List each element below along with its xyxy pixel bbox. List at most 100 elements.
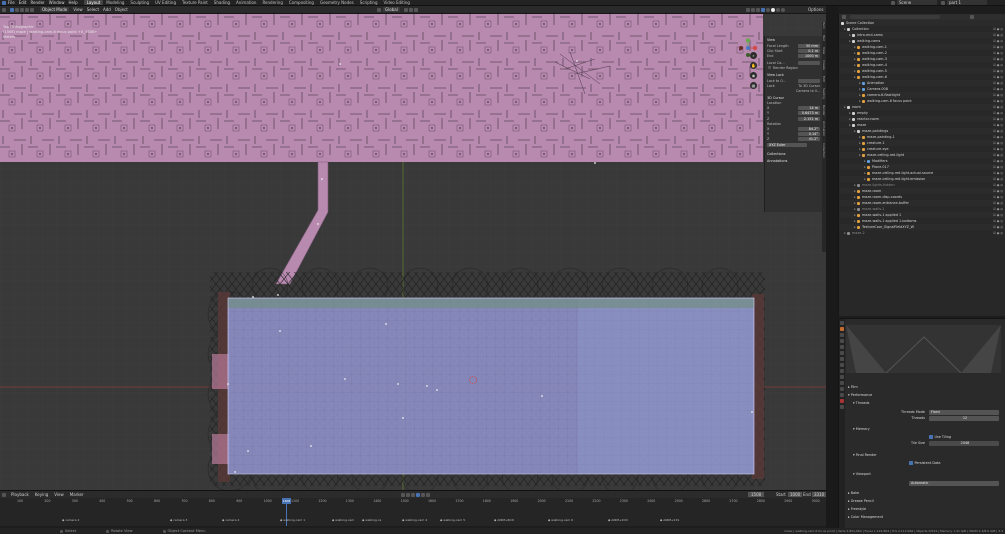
modifier-tab-icon[interactable]	[840, 369, 844, 373]
visibility-eye-icon[interactable]: ☑ ◉ ◎	[993, 75, 1003, 79]
outliner-editor-icon[interactable]	[842, 15, 846, 19]
timeline-marker[interactable]: ◆ walking-cam	[332, 518, 354, 522]
bake-panel[interactable]: ▸ Bake	[848, 491, 859, 495]
current-frame-field[interactable]: 1508	[748, 492, 765, 497]
timeline-marker[interactable]: ◆ ANIM+2CD	[608, 518, 628, 522]
workspace-tab-shading[interactable]: Shading	[211, 0, 233, 5]
visibility-eye-icon[interactable]: ☑ ◉ ◎	[993, 33, 1003, 37]
final-render-subpanel[interactable]: ▾ Final Render	[853, 453, 877, 457]
cursor-z-field[interactable]: 2.151 m	[798, 116, 820, 121]
menu-help[interactable]: Help	[66, 0, 79, 5]
freestyle-panel[interactable]: ▸ Freestyle	[848, 507, 866, 511]
workspace-tab-layout[interactable]: Layout	[83, 0, 104, 5]
visibility-eye-icon[interactable]: ☑ ◉ ◎	[993, 195, 1003, 199]
film-panel[interactable]: ▸ Film	[848, 385, 858, 389]
timeline-marker[interactable]: ◆ ANIM+21S	[660, 518, 679, 522]
use-tiling-checkbox[interactable]: Use Tiling	[929, 435, 951, 439]
timeline-marker[interactable]: ◆ camera 2	[62, 518, 79, 522]
select-mode-icon-3[interactable]	[25, 7, 29, 12]
proportional-edit-icon[interactable]	[413, 7, 418, 12]
visibility-eye-icon[interactable]: ☑ ◉ ◎	[993, 225, 1003, 229]
scene-selector[interactable]: Scene	[897, 0, 937, 5]
area-divider[interactable]	[826, 6, 838, 528]
visibility-eye-icon[interactable]: ☑ ◉ ◎	[993, 39, 1003, 43]
menu-window[interactable]: Window	[47, 0, 67, 5]
options-button[interactable]: Options	[808, 7, 823, 12]
menu-file[interactable]: File	[6, 0, 17, 5]
visibility-eye-icon[interactable]: ☑ ◉ ◎	[993, 93, 1003, 97]
workspace-tab-rendering[interactable]: Rendering	[259, 0, 285, 5]
shading-rendered-icon[interactable]	[781, 7, 785, 12]
annotations-header[interactable]: Annotations	[765, 158, 822, 164]
timeline-marker[interactable]: ◆ walking-cam 5	[440, 518, 465, 522]
gizmo-icon[interactable]	[751, 7, 755, 12]
threads-subpanel[interactable]: ▾ Threads	[853, 401, 869, 405]
visibility-eye-icon[interactable]: ☑ ◉ ◎	[993, 81, 1003, 85]
cursor-x-field[interactable]: 14 m	[798, 106, 820, 111]
pixel-size-dropdown[interactable]: Automatic	[909, 481, 999, 486]
visibility-eye-icon[interactable]: ☑ ◉ ◎	[993, 69, 1003, 73]
constraints-tab-icon[interactable]	[840, 387, 844, 391]
filter-icon[interactable]	[970, 15, 974, 19]
collections-header[interactable]: Collections	[765, 151, 822, 157]
render-tab-icon[interactable]	[840, 327, 844, 331]
view-layer-tab-icon[interactable]	[840, 339, 844, 343]
visibility-eye-icon[interactable]: ☑ ◉ ◎	[993, 213, 1003, 217]
workspace-tab-geometry-nodes[interactable]: Geometry Nodes	[317, 0, 357, 5]
timeline-menu-view[interactable]: View	[51, 492, 67, 497]
visibility-eye-icon[interactable]: ☑ ◉ ◎	[993, 105, 1003, 109]
visibility-eye-icon[interactable]: ☑ ◉ ◎	[993, 117, 1003, 121]
threads-mode-dropdown[interactable]: Fixed	[929, 410, 999, 415]
start-field[interactable]: 1000	[788, 492, 803, 497]
viewport-menu-view[interactable]: View	[71, 7, 85, 12]
editor-type-icon[interactable]	[2, 7, 6, 12]
visibility-eye-icon[interactable]: ☑ ◉ ◎	[993, 123, 1003, 127]
outliner-row[interactable]: ▸ maze-2 ☑ ◉ ◎	[839, 230, 1005, 236]
visibility-eye-icon[interactable]: ☑ ◉ ◎	[993, 63, 1003, 67]
xray-icon[interactable]	[761, 7, 765, 12]
jump-end-icon[interactable]	[426, 492, 430, 497]
local-camera-field[interactable]	[798, 61, 820, 66]
tool-tab-icon[interactable]	[840, 321, 844, 325]
timeline-marker[interactable]: ◆ walking-cam 1	[280, 518, 305, 522]
rot-z-field[interactable]: 41.2°	[798, 137, 820, 142]
timeline-menu-marker[interactable]: Marker	[67, 492, 87, 497]
ortho-toggle-icon[interactable]: ▦	[750, 82, 757, 89]
visibility-eye-icon[interactable]: ☑ ◉ ◎	[993, 87, 1003, 91]
viewport-menu-object[interactable]: Object	[113, 7, 130, 12]
timeline-menu-keying[interactable]: Keying	[32, 492, 51, 497]
cursor-y-field[interactable]: 0.6473 m	[798, 111, 820, 116]
pivot-icon[interactable]	[403, 7, 408, 12]
material-tab-icon[interactable]	[840, 399, 844, 403]
select-mode-icon-4[interactable]	[30, 7, 34, 12]
object-tab-icon[interactable]	[840, 363, 844, 367]
menu-render[interactable]: Render	[28, 0, 46, 5]
visibility-eye-icon[interactable]: ☑ ◉ ◎	[993, 111, 1003, 115]
scene-tab-icon[interactable]	[840, 345, 844, 349]
visibility-eye-icon[interactable]: ☑ ◉ ◎	[993, 153, 1003, 157]
shading-wireframe-icon[interactable]	[766, 7, 770, 12]
threads-field[interactable]: 12	[929, 416, 999, 421]
visibility-eye-icon[interactable]: ☑ ◉ ◎	[993, 201, 1003, 205]
viewport-menu-select[interactable]: Select	[85, 7, 101, 12]
rot-x-field[interactable]: 84.2°	[798, 127, 820, 132]
zoom-icon[interactable]: ⌕	[750, 52, 757, 59]
output-tab-icon[interactable]	[840, 333, 844, 337]
data-tab-icon[interactable]	[840, 393, 844, 397]
visibility-eye-icon[interactable]: ☑ ◉ ◎	[993, 219, 1003, 223]
physics-tab-icon[interactable]	[840, 381, 844, 385]
visibility-eye-icon[interactable]: ☑ ◉ ◎	[993, 165, 1003, 169]
select-box-icon[interactable]	[10, 7, 14, 12]
workspace-tab-animation[interactable]: Animation	[233, 0, 259, 5]
visibility-eye-icon[interactable]: ☑ ◉ ◎	[993, 147, 1003, 151]
timeline-area[interactable]: 100 200 300 400 500 600 700 800 900 1000 1100 1200 1…	[0, 498, 826, 526]
timeline-marker[interactable]: ◆ walking-cam 4	[402, 518, 427, 522]
workspace-tab-modeling[interactable]: Modeling	[103, 0, 127, 5]
visibility-eye-icon[interactable]: ☑ ◉ ◎	[993, 207, 1003, 211]
tile-size-field[interactable]: 2048	[929, 441, 999, 446]
jump-start-icon[interactable]	[401, 492, 405, 497]
visibility-eye-icon[interactable]: ☑ ◉ ◎	[993, 141, 1003, 145]
camera-to-view-checkbox[interactable]: Camera to V...	[796, 89, 820, 93]
timeline-editor-icon[interactable]	[2, 492, 6, 497]
lock-to-object-field[interactable]	[798, 78, 820, 83]
